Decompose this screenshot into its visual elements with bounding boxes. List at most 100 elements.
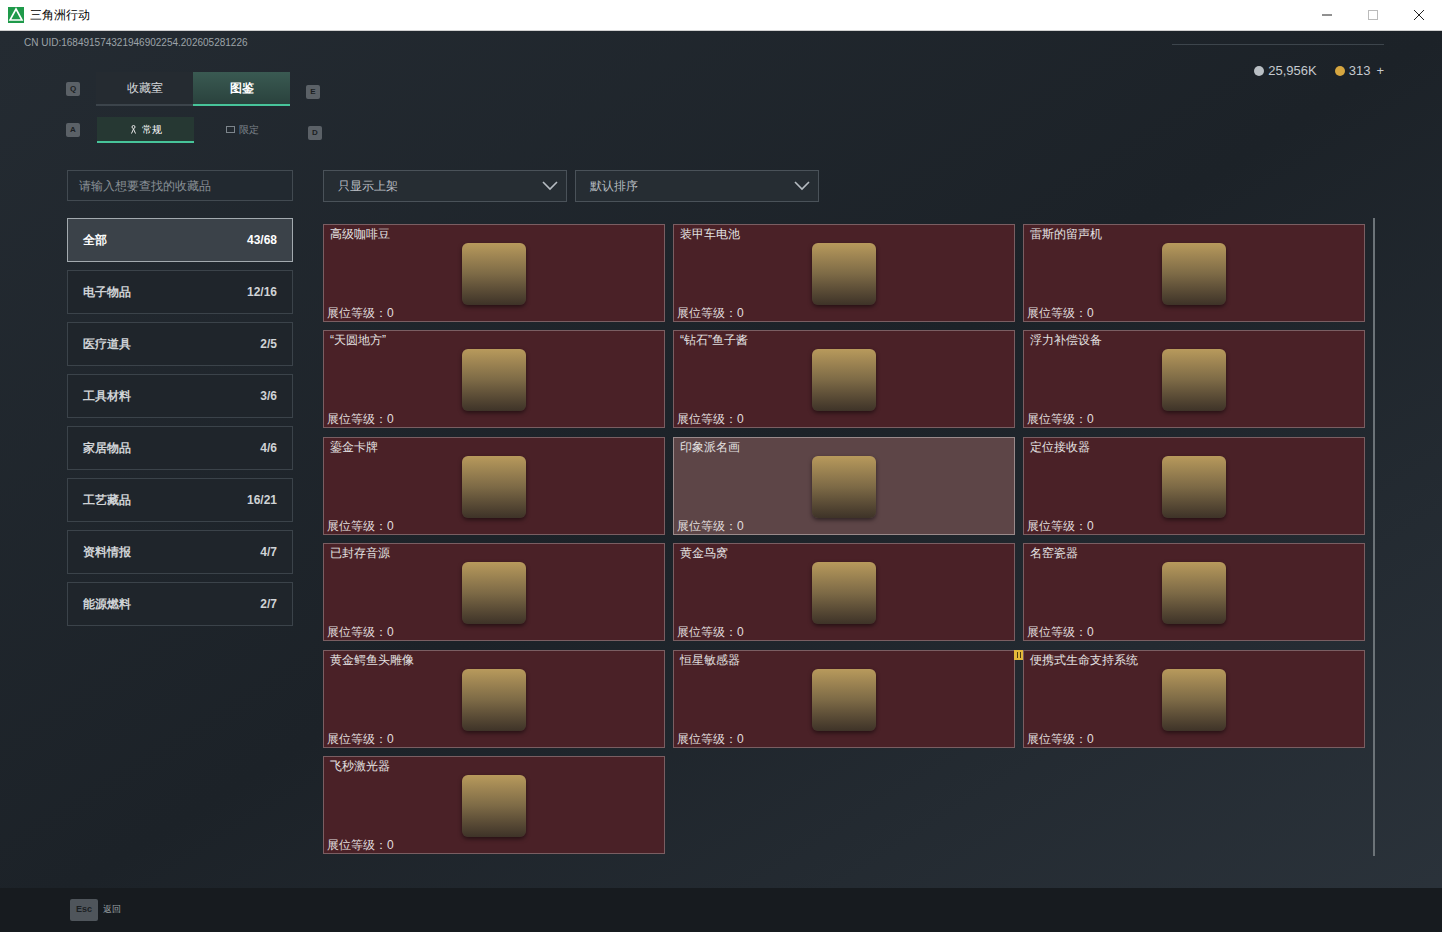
- item-name: 雷斯的留声机: [1024, 225, 1364, 242]
- item-card[interactable]: 飞秒激光器展位等级：0: [323, 756, 665, 854]
- item-image: [812, 349, 876, 411]
- category-item[interactable]: 能源燃料2/7: [67, 582, 293, 626]
- key-badge: D: [308, 126, 322, 140]
- maximize-icon: [1368, 10, 1378, 20]
- tab[interactable]: 收藏室: [96, 72, 193, 106]
- item-card[interactable]: 鎏金卡牌展位等级：0: [323, 437, 665, 535]
- item-card[interactable]: 印象派名画展位等级：0: [673, 437, 1015, 535]
- item-image: [462, 456, 526, 518]
- item-card[interactable]: 装甲车电池展位等级：0: [673, 224, 1015, 322]
- currency-item: 313+: [1335, 61, 1384, 81]
- item-name: “天圆地方”: [324, 331, 664, 348]
- item-card[interactable]: 浮力补偿设备展位等级：0: [1023, 330, 1365, 428]
- booth-level: 展位等级：0: [324, 412, 664, 427]
- item-card[interactable]: “天圆地方” 展位等级：0: [323, 330, 665, 428]
- booth-level: 展位等级：0: [674, 625, 1014, 640]
- booth-level: 展位等级：0: [324, 732, 664, 747]
- booth-level: 展位等级：0: [1024, 625, 1364, 640]
- window-title: 三角洲行动: [30, 6, 90, 24]
- booth-level: 展位等级：0: [324, 306, 664, 321]
- scrollbar[interactable]: [1373, 218, 1375, 856]
- item-card[interactable]: 名窑瓷器展位等级：0: [1023, 543, 1365, 641]
- item-name: 装甲车电池: [674, 225, 1014, 242]
- item-image: [812, 456, 876, 518]
- booth-level: 展位等级：0: [674, 519, 1014, 534]
- key-badge: A: [66, 123, 80, 137]
- booth-level: 展位等级：0: [1024, 732, 1364, 747]
- tab[interactable]: 图鉴: [193, 72, 290, 106]
- category-item[interactable]: 医疗道具2/5: [67, 322, 293, 366]
- app-logo-icon: [8, 7, 24, 23]
- category-item[interactable]: 电子物品12/16: [67, 270, 293, 314]
- item-image: [462, 349, 526, 411]
- booth-level: 展位等级：0: [324, 625, 664, 640]
- add-button[interactable]: +: [1376, 61, 1384, 81]
- close-button[interactable]: [1396, 0, 1442, 30]
- booth-level: 展位等级：0: [1024, 412, 1364, 427]
- title-bar: 三角洲行动: [0, 0, 1442, 31]
- key-badge: Q: [66, 82, 80, 96]
- item-card[interactable]: 恒星敏感器展位等级：0: [673, 650, 1015, 748]
- item-card[interactable]: “钻石”鱼子酱展位等级：0: [673, 330, 1015, 428]
- divider-line: [1172, 44, 1384, 45]
- item-name: 飞秒激光器: [324, 757, 664, 774]
- item-card[interactable]: 黄金鳄鱼头雕像展位等级：0: [323, 650, 665, 748]
- silver-coin-icon: [1254, 66, 1264, 76]
- currency-item: 25,956K: [1254, 61, 1316, 81]
- category-item[interactable]: 全部43/68: [67, 218, 293, 262]
- search-input[interactable]: 请输入想要查找的收藏品: [67, 170, 293, 201]
- item-image: [812, 669, 876, 731]
- item-image: [462, 562, 526, 624]
- chevron-down-icon: [794, 181, 810, 191]
- item-name: 高级咖啡豆: [324, 225, 664, 242]
- main-tabs: Q 收藏室图鉴 E: [0, 72, 322, 106]
- item-card[interactable]: 便携式生命支持系统展位等级：0: [1023, 650, 1365, 748]
- category-item[interactable]: 工具材料3/6: [67, 374, 293, 418]
- item-name: 定位接收器: [1024, 438, 1364, 455]
- item-image: [462, 243, 526, 305]
- close-icon: [1414, 10, 1424, 20]
- item-card[interactable]: 雷斯的留声机展位等级：0: [1023, 224, 1365, 322]
- item-name: 名窑瓷器: [1024, 544, 1364, 561]
- category-item[interactable]: 资料情报4/7: [67, 530, 293, 574]
- item-card[interactable]: 已封存音源展位等级：0: [323, 543, 665, 641]
- sub-tab[interactable]: 限定: [194, 117, 291, 143]
- booth-level: 展位等级：0: [674, 412, 1014, 427]
- booth-level: 展位等级：0: [674, 732, 1014, 747]
- sub-tab[interactable]: 常规: [97, 117, 194, 143]
- item-card[interactable]: 高级咖啡豆展位等级：0: [323, 224, 665, 322]
- footer-bar: Esc返回: [0, 888, 1442, 932]
- minimize-button[interactable]: [1304, 0, 1350, 30]
- item-card[interactable]: 黄金鸟窝展位等级：0: [673, 543, 1015, 641]
- chevron-down-icon: [542, 181, 558, 191]
- item-image: [1162, 669, 1226, 731]
- item-image: [812, 243, 876, 305]
- back-button[interactable]: Esc返回: [70, 899, 121, 921]
- booth-level: 展位等级：0: [1024, 519, 1364, 534]
- maximize-button[interactable]: [1350, 0, 1396, 30]
- sub-tabs: A 常规限定 D: [0, 117, 322, 143]
- filter-dropdown[interactable]: 只显示上架: [323, 170, 567, 202]
- gold-coin-icon: [1335, 66, 1345, 76]
- filter-dropdown[interactable]: 默认排序: [575, 170, 819, 202]
- item-card[interactable]: 定位接收器展位等级：0: [1023, 437, 1365, 535]
- item-image: [1162, 243, 1226, 305]
- item-image: [1162, 456, 1226, 518]
- currency-bar: 25,956K 313+: [1254, 61, 1384, 81]
- main-panel: 只显示上架默认排序高级咖啡豆展位等级：0装甲车电池展位等级：0雷斯的留声机展位等…: [323, 170, 1365, 856]
- booth-level: 展位等级：0: [324, 519, 664, 534]
- item-image: [1162, 349, 1226, 411]
- item-name: 便携式生命支持系统: [1024, 651, 1364, 668]
- item-image: [812, 562, 876, 624]
- item-name: 黄金鸟窝: [674, 544, 1014, 561]
- booth-level: 展位等级：0: [674, 306, 1014, 321]
- figure-icon: [129, 125, 138, 134]
- uid-label: CN UID:168491574321946902254.20260528122…: [0, 31, 322, 49]
- item-name: 已封存音源: [324, 544, 664, 561]
- key-badge: Esc: [70, 899, 98, 921]
- category-item[interactable]: 家居物品4/6: [67, 426, 293, 470]
- key-badge: E: [306, 85, 320, 99]
- frame-icon: [226, 125, 235, 134]
- item-name: 鎏金卡牌: [324, 438, 664, 455]
- category-item[interactable]: 工艺藏品16/21: [67, 478, 293, 522]
